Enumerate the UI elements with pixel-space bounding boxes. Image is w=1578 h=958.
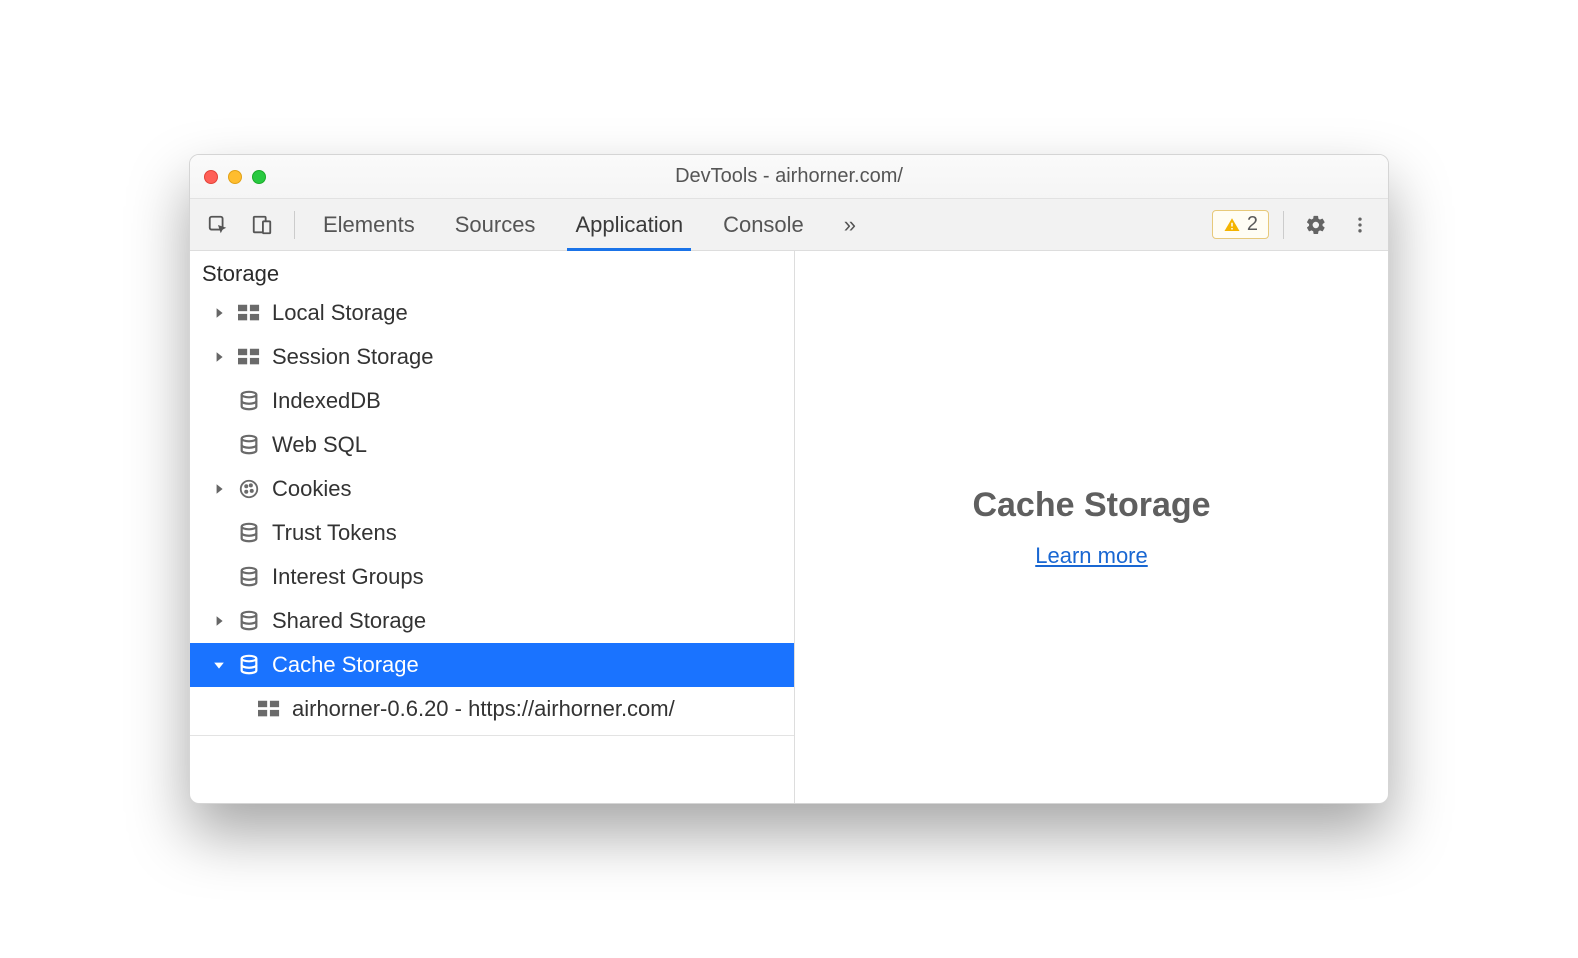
storage-tree: Local Storage Session Storage IndexedDB Web… <box>190 291 794 736</box>
sidebar-item-label: Trust Tokens <box>272 520 397 546</box>
inspect-element-button[interactable] <box>200 207 236 243</box>
grid-icon <box>256 700 282 718</box>
sidebar-item-trust-tokens[interactable]: Trust Tokens <box>190 511 794 555</box>
db-icon <box>236 566 262 588</box>
application-sidebar: Storage Local Storage Session Storage Inde… <box>190 251 795 803</box>
sidebar-child-item[interactable]: airhorner-0.6.20 - https://airhorner.com… <box>190 687 794 731</box>
learn-more-link[interactable]: Learn more <box>1035 543 1148 569</box>
sidebar-item-local-storage[interactable]: Local Storage <box>190 291 794 335</box>
sidebar-item-session-storage[interactable]: Session Storage <box>190 335 794 379</box>
cookie-icon <box>236 478 262 500</box>
sidebar-item-label: Local Storage <box>272 300 408 326</box>
warnings-badge[interactable]: 2 <box>1212 210 1269 239</box>
panel-heading: Cache Storage <box>972 486 1210 525</box>
separator <box>294 211 295 239</box>
sidebar-item-label: Cache Storage <box>272 652 419 678</box>
tab-application[interactable]: Application <box>569 199 689 250</box>
db-icon <box>236 390 262 412</box>
sidebar-item-indexeddb[interactable]: IndexedDB <box>190 379 794 423</box>
devtools-toolbar: Elements Sources Application Console » 2 <box>190 199 1388 251</box>
minimize-window-button[interactable] <box>228 170 242 184</box>
window-title: DevTools - airhorner.com/ <box>190 165 1388 188</box>
sidebar-item-interest-groups[interactable]: Interest Groups <box>190 555 794 599</box>
gear-icon <box>1305 214 1327 236</box>
sidebar-section-storage: Storage <box>190 251 794 291</box>
device-toolbar-button[interactable] <box>244 207 280 243</box>
separator <box>1283 211 1284 239</box>
tab-elements[interactable]: Elements <box>317 199 421 250</box>
sidebar-item-label: airhorner-0.6.20 - https://airhorner.com… <box>292 696 675 722</box>
db-icon <box>236 434 262 456</box>
sidebar-item-label: Cookies <box>272 476 351 502</box>
grid-icon <box>236 348 262 366</box>
sidebar-item-label: Shared Storage <box>272 608 426 634</box>
db-icon <box>236 610 262 632</box>
sidebar-item-cache-storage[interactable]: Cache Storage <box>190 643 794 687</box>
db-icon <box>236 522 262 544</box>
expand-arrow-icon[interactable] <box>212 659 226 671</box>
sidebar-item-web-sql[interactable]: Web SQL <box>190 423 794 467</box>
tabs-overflow-button[interactable]: » <box>838 199 862 250</box>
sidebar-item-shared-storage[interactable]: Shared Storage <box>190 599 794 643</box>
expand-arrow-icon[interactable] <box>212 483 226 495</box>
sidebar-item-cookies[interactable]: Cookies <box>190 467 794 511</box>
sidebar-item-label: IndexedDB <box>272 388 381 414</box>
panel-tabs: Elements Sources Application Console » <box>317 199 862 250</box>
panel-content: Storage Local Storage Session Storage Inde… <box>190 251 1388 803</box>
expand-arrow-icon[interactable] <box>212 351 226 363</box>
window-controls <box>204 170 266 184</box>
devtools-window: DevTools - airhorner.com/ Elements Sourc… <box>189 154 1389 804</box>
titlebar: DevTools - airhorner.com/ <box>190 155 1388 199</box>
grid-icon <box>236 304 262 322</box>
tab-console[interactable]: Console <box>717 199 810 250</box>
close-window-button[interactable] <box>204 170 218 184</box>
sidebar-item-label: Session Storage <box>272 344 433 370</box>
settings-button[interactable] <box>1298 207 1334 243</box>
db-icon <box>236 654 262 676</box>
tab-sources[interactable]: Sources <box>449 199 542 250</box>
expand-arrow-icon[interactable] <box>212 307 226 319</box>
expand-arrow-icon[interactable] <box>212 615 226 627</box>
fullscreen-window-button[interactable] <box>252 170 266 184</box>
sidebar-item-label: Interest Groups <box>272 564 424 590</box>
kebab-icon <box>1350 215 1370 235</box>
warning-count: 2 <box>1247 213 1258 236</box>
sidebar-item-label: Web SQL <box>272 432 367 458</box>
more-options-button[interactable] <box>1342 207 1378 243</box>
warning-icon <box>1223 216 1241 234</box>
main-panel: Cache Storage Learn more <box>795 251 1388 803</box>
